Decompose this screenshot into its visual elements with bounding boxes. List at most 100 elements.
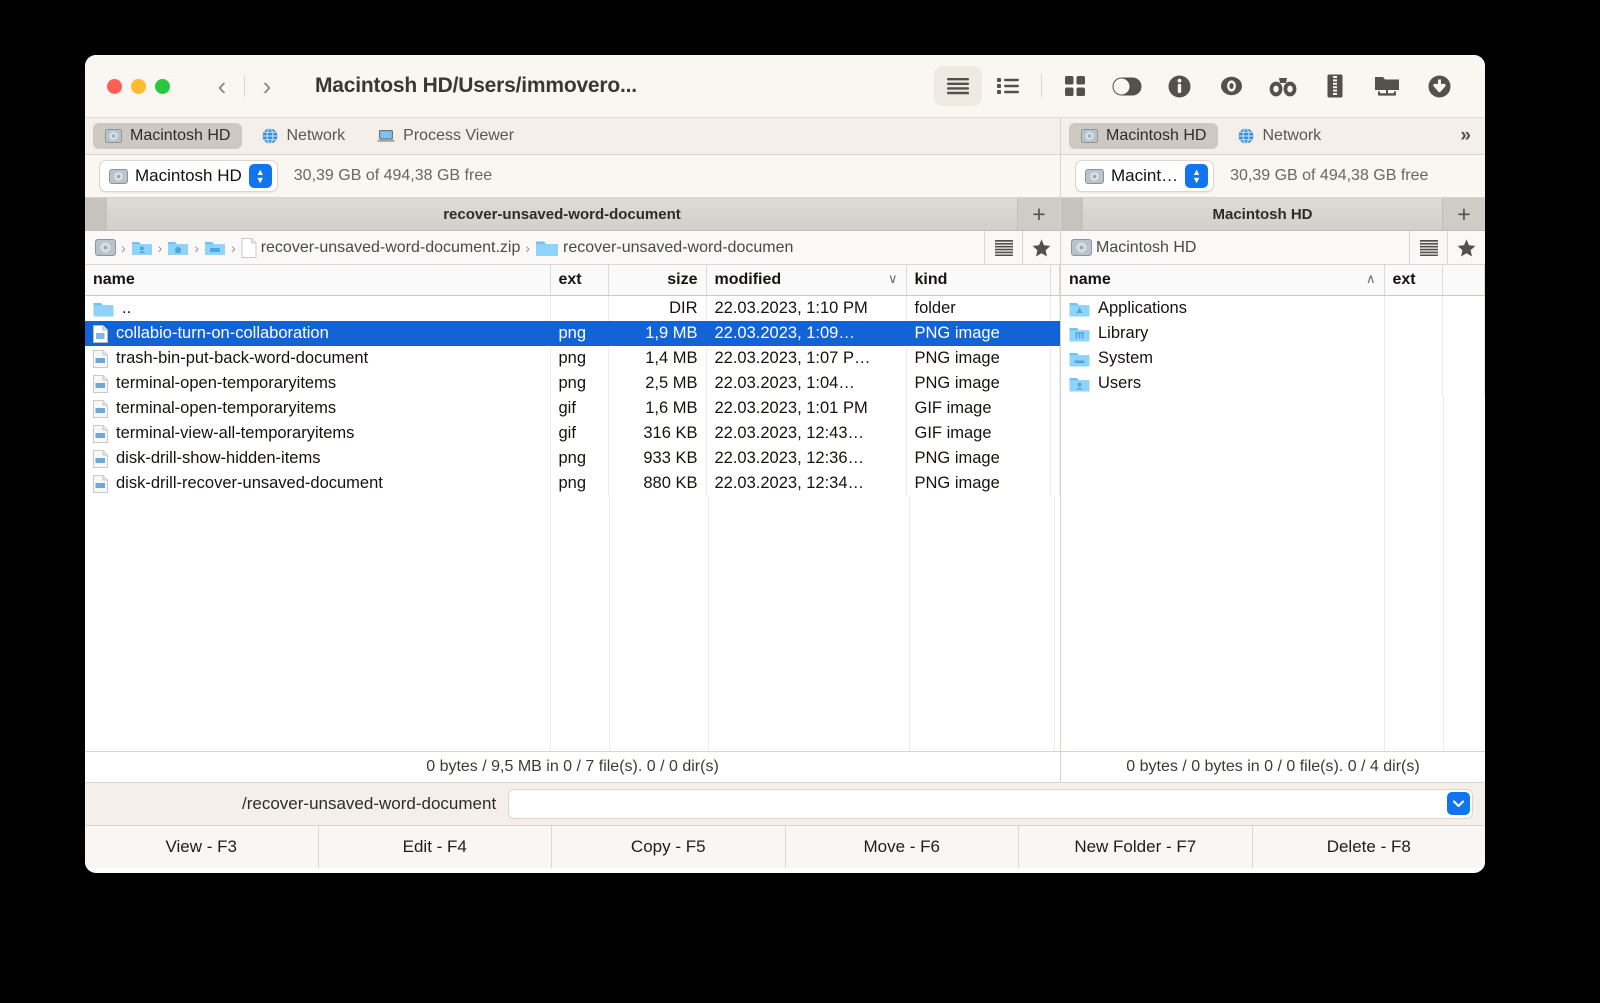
- archive-zip-icon[interactable]: [1309, 65, 1361, 107]
- tab-network-left[interactable]: Network: [250, 123, 357, 149]
- crumb-drive-label[interactable]: Macintosh HD: [1096, 239, 1196, 257]
- left-col-name[interactable]: name: [85, 265, 550, 296]
- table-row[interactable]: collabio-turn-on-collaboration png 1,9 M…: [85, 321, 1060, 346]
- table-row[interactable]: terminal-view-all-temporaryitems gif 316…: [85, 421, 1060, 446]
- folder-icon: [93, 301, 114, 317]
- row-name-cell: System: [1061, 346, 1384, 371]
- crumb-folder-user-icon[interactable]: [131, 239, 153, 256]
- tab-overflow-icon[interactable]: »: [1460, 125, 1471, 147]
- tab-label: Network: [286, 127, 345, 145]
- table-row[interactable]: Applications: [1061, 296, 1485, 321]
- crumb-folder-home-icon[interactable]: [167, 239, 189, 256]
- chevron-down-glyph: ▼: [1192, 176, 1201, 184]
- right-pane-title: Macintosh HD: [1083, 206, 1442, 223]
- row-name-cell: ..: [85, 296, 550, 321]
- move-f6-button[interactable]: Move - F6: [786, 826, 1020, 868]
- crumb-zip-file-icon[interactable]: [241, 238, 257, 258]
- right-list-options-icon[interactable]: [1409, 231, 1447, 264]
- detail-view-icon[interactable]: [982, 65, 1034, 107]
- list-view-icon[interactable]: [934, 66, 982, 106]
- tab-macintosh-hd-left[interactable]: Macintosh HD: [93, 123, 242, 149]
- crumb-separator: ›: [194, 240, 199, 256]
- view-f3-button[interactable]: View - F3: [85, 826, 319, 868]
- tab-macintosh-hd-right[interactable]: Macintosh HD: [1069, 123, 1218, 149]
- right-col-ext[interactable]: ext: [1384, 265, 1442, 296]
- left-file-table-header: name ext size modified ∨ kind: [85, 265, 1060, 296]
- delete-f8-button[interactable]: Delete - F8: [1253, 826, 1486, 868]
- table-row[interactable]: Users: [1061, 371, 1485, 396]
- new-folder-f7-button[interactable]: New Folder - F7: [1019, 826, 1253, 868]
- tab-process-viewer[interactable]: Process Viewer: [365, 123, 526, 149]
- left-col-ext[interactable]: ext: [550, 265, 608, 296]
- crumb-hard-drive-icon[interactable]: [95, 239, 116, 256]
- left-file-list[interactable]: .. DIR 22.03.2023, 1:10 PM folder collab…: [85, 296, 1060, 751]
- minimize-button[interactable]: [131, 79, 146, 94]
- crumb-folder-label[interactable]: recover-unsaved-word-documen: [563, 239, 793, 257]
- crumb-hard-drive-icon[interactable]: [1071, 239, 1092, 256]
- info-icon[interactable]: [1153, 65, 1205, 107]
- binoculars-icon[interactable]: [1257, 65, 1309, 107]
- left-add-tab-button[interactable]: +: [1017, 198, 1060, 230]
- right-status-bar: 0 bytes / 0 bytes in 0 / 0 file(s). 0 / …: [1061, 751, 1485, 782]
- left-empty-area[interactable]: [85, 496, 1060, 751]
- maximize-button[interactable]: [155, 79, 170, 94]
- table-row[interactable]: System: [1061, 346, 1485, 371]
- command-input[interactable]: [508, 789, 1473, 819]
- forward-icon[interactable]: ›: [245, 69, 289, 103]
- left-col-modified[interactable]: modified ∨: [706, 265, 906, 296]
- grid-view-icon[interactable]: [1049, 65, 1101, 107]
- table-row[interactable]: disk-drill-show-hidden-items png 933 KB …: [85, 446, 1060, 471]
- right-add-tab-button[interactable]: +: [1442, 198, 1485, 230]
- row-name-cell: terminal-open-temporaryitems: [85, 371, 550, 396]
- right-empty-area[interactable]: [1061, 396, 1485, 751]
- crumb-separator: ›: [121, 240, 126, 256]
- right-drive-stepper-icon[interactable]: ▲ ▼: [1185, 164, 1208, 188]
- left-col-modified-label: modified: [715, 271, 782, 288]
- row-name-cell: disk-drill-recover-unsaved-document: [85, 471, 550, 496]
- table-row[interactable]: disk-drill-recover-unsaved-document png …: [85, 471, 1060, 496]
- right-breadcrumb-bar: Macintosh HD: [1061, 231, 1485, 265]
- row-spacer: [1442, 296, 1485, 321]
- left-col-size[interactable]: size: [608, 265, 706, 296]
- table-row[interactable]: .. DIR 22.03.2023, 1:10 PM folder: [85, 296, 1060, 321]
- row-spacer: [1050, 421, 1060, 446]
- row-spacer: [1050, 446, 1060, 471]
- chevron-down-icon[interactable]: [1447, 792, 1470, 815]
- table-row[interactable]: Library: [1061, 321, 1485, 346]
- window-controls: [107, 79, 170, 94]
- row-spacer: [1050, 471, 1060, 496]
- crumb-folder-icon[interactable]: [204, 239, 226, 256]
- left-drive-selector[interactable]: Macintosh HD ▲ ▼: [99, 160, 278, 192]
- right-favorite-star-icon[interactable]: [1447, 231, 1485, 264]
- toggle-icon[interactable]: [1101, 65, 1153, 107]
- table-row[interactable]: terminal-open-temporaryitems png 2,5 MB …: [85, 371, 1060, 396]
- left-drive-stepper-icon[interactable]: ▲ ▼: [249, 164, 272, 188]
- left-col-kind[interactable]: kind: [906, 265, 1050, 296]
- row-name: ..: [122, 299, 131, 318]
- left-favorite-star-icon[interactable]: [1022, 231, 1060, 264]
- close-button[interactable]: [107, 79, 122, 94]
- crumb-zip-label[interactable]: recover-unsaved-word-document.zip: [261, 239, 521, 257]
- edit-f4-button[interactable]: Edit - F4: [319, 826, 553, 868]
- right-col-name[interactable]: name ∧: [1061, 265, 1384, 296]
- table-row[interactable]: terminal-open-temporaryitems gif 1,6 MB …: [85, 396, 1060, 421]
- left-pane-header: recover-unsaved-word-document +: [85, 198, 1060, 231]
- right-pane-grip[interactable]: [1061, 198, 1083, 230]
- row-name: Applications: [1098, 299, 1187, 318]
- network-folder-icon[interactable]: [1361, 65, 1413, 107]
- left-col-spacer: [1050, 265, 1060, 296]
- png-file-icon: [93, 350, 108, 368]
- crumb-folder-icon[interactable]: [535, 239, 559, 257]
- png-file-icon: [93, 450, 108, 468]
- download-icon[interactable]: [1413, 65, 1465, 107]
- table-row[interactable]: trash-bin-put-back-word-document png 1,4…: [85, 346, 1060, 371]
- left-list-options-icon[interactable]: [984, 231, 1022, 264]
- left-pane-grip[interactable]: [85, 198, 107, 230]
- back-icon[interactable]: ‹: [200, 69, 244, 103]
- right-file-list[interactable]: Applications Library: [1061, 296, 1485, 751]
- copy-f5-button[interactable]: Copy - F5: [552, 826, 786, 868]
- tab-network-right[interactable]: Network: [1226, 123, 1333, 149]
- right-drive-selector[interactable]: Macint… ▲ ▼: [1075, 160, 1214, 192]
- preview-eye-icon[interactable]: [1205, 65, 1257, 107]
- row-modified: 22.03.2023, 12:34…: [706, 471, 906, 496]
